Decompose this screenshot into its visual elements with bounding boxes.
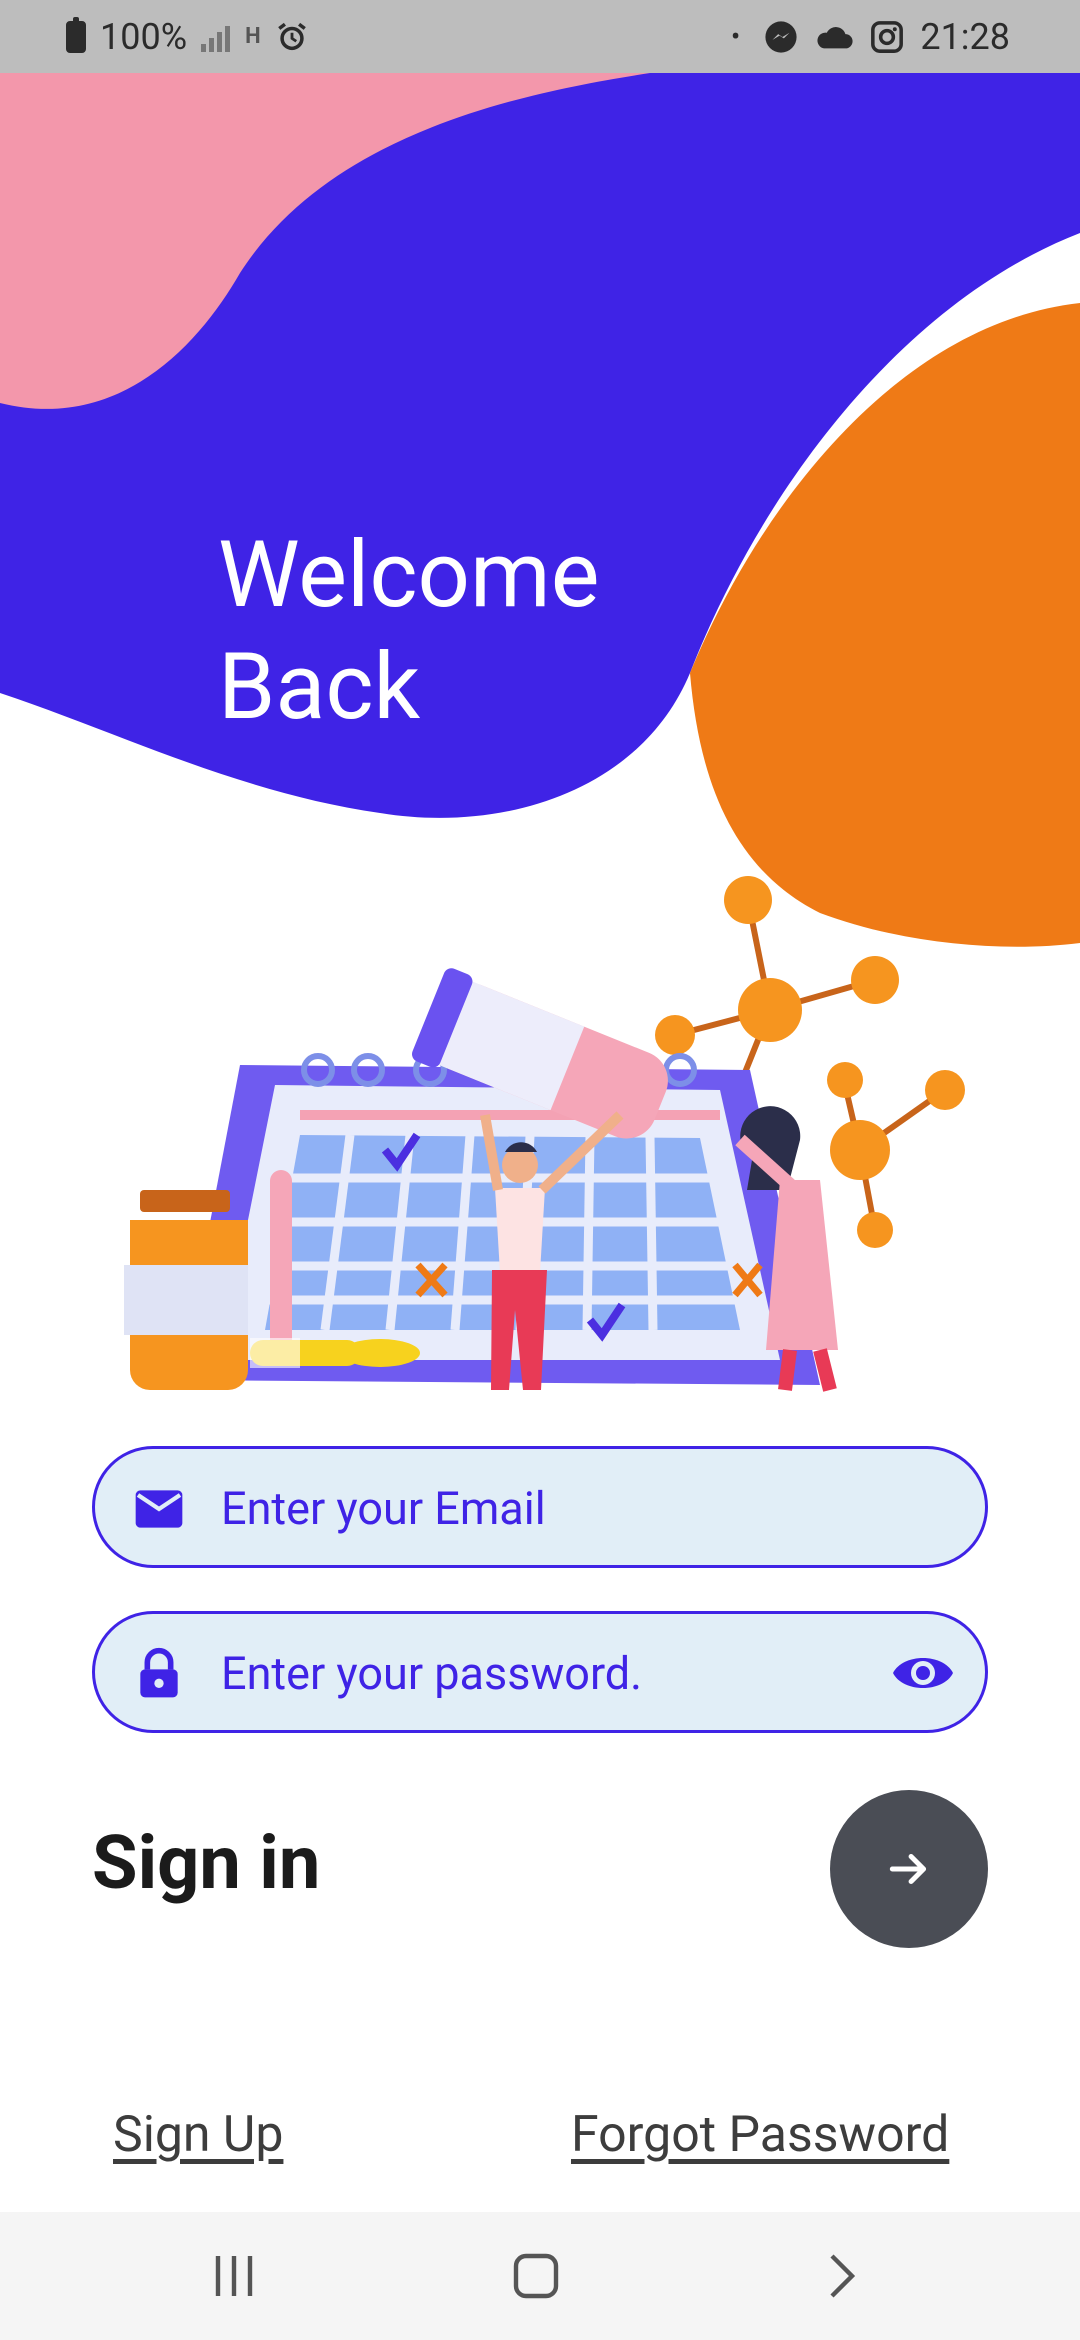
password-field-container[interactable] <box>92 1611 988 1733</box>
messenger-icon <box>765 20 797 53</box>
forgot-password-link[interactable]: Forgot Password <box>571 2106 949 2164</box>
alarm-icon <box>277 22 306 50</box>
signal-icon <box>201 22 231 52</box>
calendar-illustration <box>124 876 965 1392</box>
email-input[interactable] <box>219 1449 863 1567</box>
eye-icon[interactable] <box>891 1647 955 1699</box>
welcome-line-2: Back <box>218 634 421 741</box>
password-input[interactable] <box>219 1614 863 1732</box>
battery-icon <box>66 16 86 53</box>
cloud-icon <box>817 26 853 48</box>
back-icon[interactable] <box>810 2250 870 2302</box>
sign-in-label: Sign in <box>92 1820 321 1907</box>
mail-icon <box>135 1490 183 1528</box>
battery-level: 100% <box>100 15 188 58</box>
system-nav-bar <box>0 2212 1080 2340</box>
sign-in-button[interactable] <box>830 1790 988 1948</box>
home-icon[interactable] <box>506 2250 566 2302</box>
clock: 21:28 <box>920 15 1010 58</box>
network-type: H <box>245 24 261 49</box>
email-field-container[interactable] <box>92 1446 988 1568</box>
sign-up-link[interactable]: Sign Up <box>113 2106 283 2164</box>
arrow-right-icon <box>889 1854 927 1884</box>
recent-apps-icon[interactable] <box>204 2250 264 2302</box>
notification-dot: • <box>730 20 741 53</box>
welcome-heading: Welcome Back <box>218 520 599 744</box>
instagram-icon <box>871 20 904 53</box>
welcome-line-1: Welcome <box>218 522 600 629</box>
status-bar: 100% H • 21:28 <box>0 0 1080 73</box>
lock-icon <box>140 1647 178 1698</box>
